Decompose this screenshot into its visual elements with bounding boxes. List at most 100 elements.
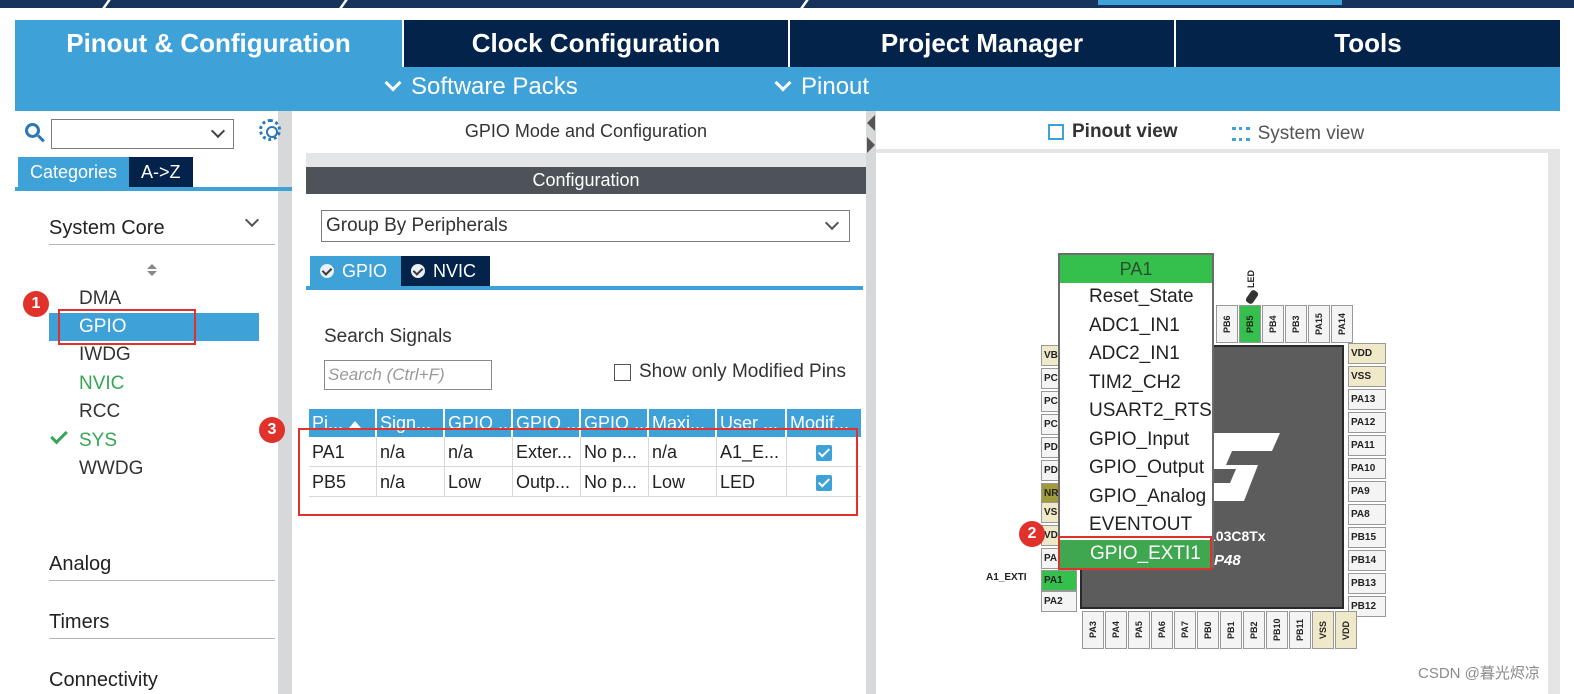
peripheral-iwdg[interactable]: IWDG: [79, 341, 131, 369]
menu-item-gpio-output[interactable]: GPIO_Output: [1060, 454, 1212, 483]
separator: [306, 153, 866, 167]
section-label: Analog: [49, 553, 112, 575]
tab-nvic[interactable]: NVIC: [401, 256, 491, 286]
pin[interactable]: PA15: [1308, 305, 1330, 343]
tab-categories[interactable]: Categories: [18, 157, 130, 187]
expand-right-icon[interactable]: [867, 137, 875, 153]
section-label: Timers: [49, 611, 110, 633]
pin[interactable]: PB15: [1348, 527, 1386, 548]
section-label: System Core: [49, 217, 165, 239]
category-search-input[interactable]: [51, 119, 234, 149]
sort-icon[interactable]: [147, 264, 157, 276]
sort-up-icon: [349, 420, 362, 428]
pin[interactable]: PB0: [1197, 611, 1219, 649]
pin-pb5[interactable]: PB5: [1239, 305, 1261, 343]
pinout-menu[interactable]: Pinout: [774, 73, 869, 101]
menu-item-usart2-rts[interactable]: USART2_RTS: [1060, 397, 1212, 426]
pin[interactable]: PB10: [1266, 611, 1288, 649]
section-system-core[interactable]: System Core: [49, 209, 275, 245]
pin[interactable]: PA9: [1348, 481, 1386, 502]
popup-header: PA1: [1060, 255, 1212, 283]
menu-item-tim2-ch2[interactable]: TIM2_CH2: [1060, 369, 1212, 398]
pin[interactable]: VSS: [1312, 611, 1334, 649]
tab-gpio[interactable]: GPIO: [310, 256, 402, 286]
tab-label: NVIC: [433, 261, 477, 281]
pin[interactable]: PB13: [1348, 573, 1386, 594]
pin[interactable]: PA3: [1082, 611, 1104, 649]
group-by-select[interactable]: Group By Peripherals: [321, 210, 850, 242]
pin[interactable]: PA8: [1348, 504, 1386, 525]
pin[interactable]: PB3: [1285, 305, 1307, 343]
collapse-left-icon[interactable]: [867, 115, 875, 131]
pin[interactable]: PA6: [1151, 611, 1173, 649]
peripheral-sys[interactable]: SYS: [79, 427, 117, 455]
sub-tabs-underline: [306, 286, 863, 290]
checkbox[interactable]: [614, 363, 631, 381]
category-tabs: Categories A->Z: [18, 157, 193, 187]
check-circle-icon: [411, 264, 426, 278]
pin[interactable]: PA11: [1348, 435, 1386, 456]
pin[interactable]: PA10: [1348, 458, 1386, 479]
pin[interactable]: PA2: [1041, 591, 1077, 612]
pin[interactable]: PB11: [1289, 611, 1311, 649]
menu-item-reset-state[interactable]: Reset_State: [1060, 283, 1212, 312]
search-icon[interactable]: [25, 123, 45, 143]
chevron-down-icon: [774, 74, 792, 92]
chevron-down-icon: [384, 74, 402, 92]
tab-a-z[interactable]: A->Z: [129, 157, 193, 187]
gear-icon[interactable]: [259, 119, 281, 141]
annotation-box-exti: [1058, 536, 1212, 570]
menu-item-adc1-in1[interactable]: ADC1_IN1: [1060, 312, 1212, 341]
annotation-badge: 1: [23, 291, 49, 317]
separator: [876, 149, 1560, 153]
stm32cubemx-window: Pinout & Configuration Clock Configurati…: [0, 0, 1574, 694]
tab-project-manager[interactable]: Project Manager: [790, 20, 1176, 67]
pin[interactable]: VSS: [1348, 366, 1386, 387]
menu-item-adc2-in1[interactable]: ADC2_IN1: [1060, 340, 1212, 369]
peripheral-rcc[interactable]: RCC: [79, 398, 120, 426]
panel-splitter[interactable]: [866, 111, 876, 694]
peripheral-nvic[interactable]: NVIC: [79, 370, 124, 398]
pin-pa1[interactable]: PA1: [1041, 570, 1077, 591]
strip-divider: [102, 0, 111, 8]
pin-function-popup: PA1 Reset_State ADC1_IN1 ADC2_IN1 TIM2_C…: [1058, 253, 1214, 568]
chip-name: 103C8Tx: [1208, 528, 1266, 544]
pin[interactable]: PB14: [1348, 550, 1386, 571]
pin[interactable]: VDD: [1335, 611, 1357, 649]
peripheral-wwdg[interactable]: WWDG: [79, 455, 143, 483]
tab-label: GPIO: [342, 261, 388, 281]
pin[interactable]: PB2: [1243, 611, 1265, 649]
chip-package: P48: [1214, 552, 1241, 569]
strip-divider: [800, 0, 809, 8]
show-modified-checkbox[interactable]: Show only Modified Pins: [614, 361, 846, 383]
chevron-down-icon: [824, 215, 840, 231]
top-strip: [0, 0, 1574, 8]
strip-divider: [339, 0, 348, 8]
pin[interactable]: PA5: [1128, 611, 1150, 649]
pin[interactable]: PA4: [1105, 611, 1127, 649]
categories-panel: Categories A->Z System Core DMA GPIO IWD…: [15, 111, 938, 694]
section-timers[interactable]: Timers: [49, 603, 938, 639]
section-label: Connectivity: [49, 669, 158, 691]
check-icon: [50, 426, 68, 445]
pin[interactable]: PA14: [1331, 305, 1353, 343]
pin[interactable]: PB1: [1220, 611, 1242, 649]
configuration-header: Configuration: [306, 167, 866, 194]
pin[interactable]: PB4: [1262, 305, 1284, 343]
tab-pinout-configuration[interactable]: Pinout & Configuration: [15, 20, 404, 67]
section-connectivity[interactable]: Connectivity: [49, 661, 938, 694]
tab-tools[interactable]: Tools: [1176, 20, 1560, 67]
pin[interactable]: PB6: [1216, 305, 1238, 343]
software-packs-menu[interactable]: Software Packs: [384, 73, 578, 101]
pin[interactable]: PA7: [1174, 611, 1196, 649]
pin[interactable]: PA12: [1348, 412, 1386, 433]
tab-clock-configuration[interactable]: Clock Configuration: [404, 20, 790, 67]
vertical-scrollbar[interactable]: [1548, 153, 1560, 694]
menu-item-gpio-input[interactable]: GPIO_Input: [1060, 426, 1212, 455]
pin[interactable]: VDD: [1348, 343, 1386, 364]
search-signals-input[interactable]: Search (Ctrl+F): [324, 360, 492, 390]
pin[interactable]: PA13: [1348, 389, 1386, 410]
section-analog[interactable]: Analog: [49, 545, 938, 581]
strip-highlight: [1098, 0, 1342, 5]
menu-item-gpio-analog[interactable]: GPIO_Analog: [1060, 483, 1212, 512]
